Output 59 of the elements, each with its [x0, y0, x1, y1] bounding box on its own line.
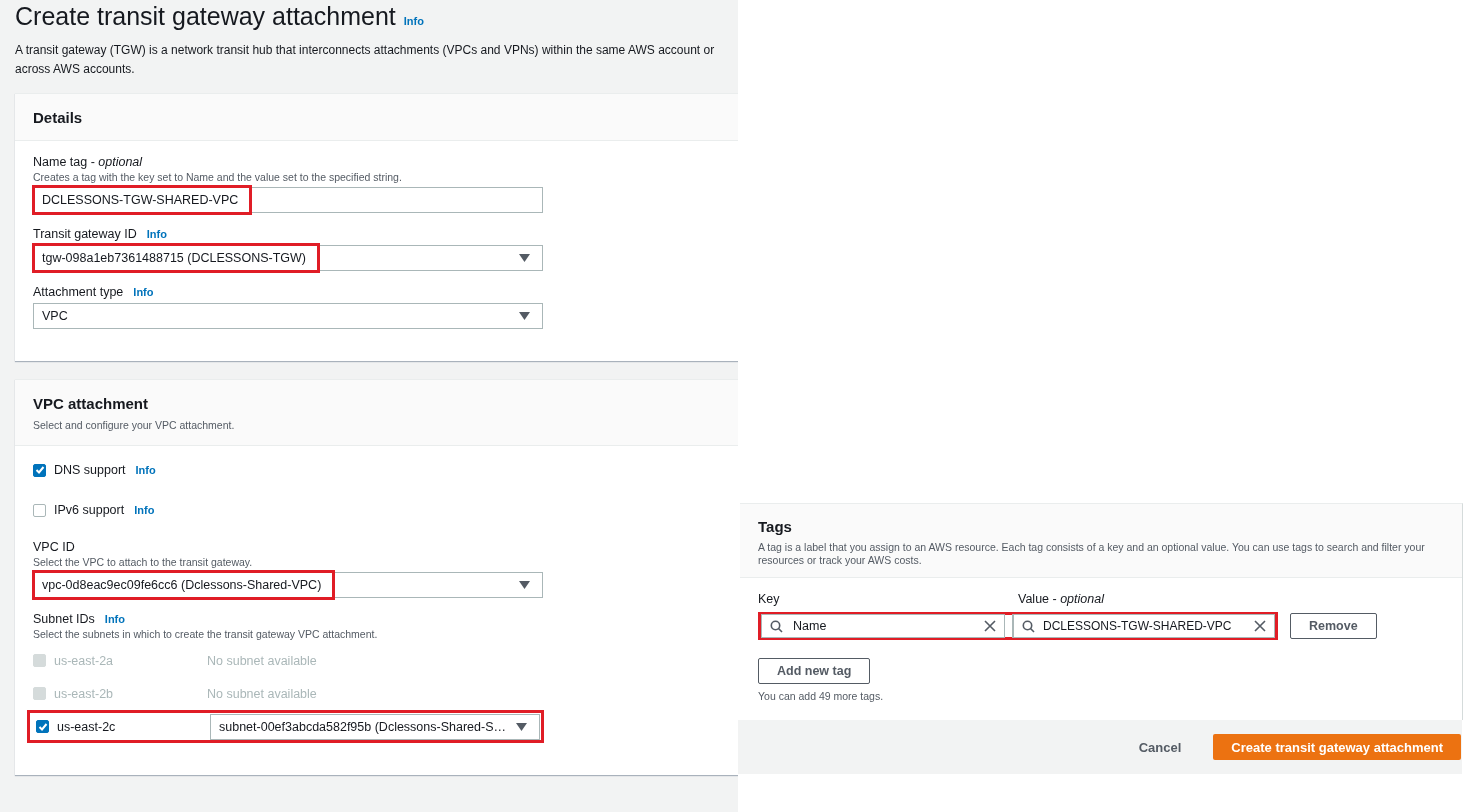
info-link[interactable]: Info — [403, 15, 424, 27]
field-label: Name tag - optional — [33, 155, 143, 169]
remove-button[interactable]: Remove — [1290, 613, 1377, 639]
select-field[interactable]: subnet-00ef3abcda582f95b (Dclessons-Shared-S… — [210, 713, 540, 740]
field-label: Attachment type — [33, 285, 124, 299]
close-icon[interactable] — [984, 620, 996, 632]
search-icon — [1022, 619, 1035, 633]
checkbox[interactable] — [33, 503, 46, 517]
field-hint: Select the VPC to attach to the transit gateway. — [33, 556, 254, 568]
field-label: VPC ID — [33, 540, 75, 554]
field-value: subnet-00ef3abcda582f95b (Dclessons-Shared-S… — [218, 718, 507, 736]
input-field[interactable]: DCLESSONS-TGW-SHARED-VPC — [33, 187, 543, 213]
info-link[interactable]: Info — [133, 286, 154, 298]
caret-icon — [519, 254, 530, 262]
field-label: Subnet IDs — [33, 612, 95, 626]
page-title: Create transit gateway attachment — [15, 2, 396, 31]
field-value: tgw-098a1eb7361488715 (DCLESSONS-TGW) — [34, 245, 319, 271]
field-label: Key — [758, 592, 781, 606]
caret-icon — [519, 312, 530, 320]
select-field[interactable]: vpc-0d8eac9ec09fe6cc6 (Dclessons-Shared-VPC) — [33, 572, 543, 598]
field-value: DCLESSONS-TGW-SHARED-VPC — [34, 187, 251, 213]
field-label: Value - optional — [1018, 592, 1104, 606]
caret-icon — [519, 581, 530, 589]
subnet-status: No subnet available — [207, 686, 317, 701]
checkbox-label: us-east-2c — [57, 719, 116, 734]
info-link[interactable]: Info — [135, 464, 156, 476]
section-heading: Tags — [758, 518, 793, 535]
tag-limit-note: You can add 49 more tags. — [758, 690, 885, 702]
section-description: A tag is a label that you assign to an AWS resource. Each tag consists of a key and an optional value. You can use tags to search and filter your resources or track your AWS costs. — [758, 541, 1426, 567]
checkbox-label: DNS support — [54, 463, 126, 477]
field-hint: Creates a tag with the key set to Name and the value set to the specified string. — [33, 171, 403, 183]
checkbox[interactable] — [33, 463, 46, 477]
checkbox-label: us-east-2b — [54, 686, 114, 701]
field-label: Transit gateway ID — [33, 227, 137, 241]
close-icon[interactable] — [1254, 620, 1266, 632]
input-field[interactable]: Name — [761, 614, 1005, 638]
section-heading: VPC attachment — [33, 395, 150, 412]
checkbox-label: IPv6 support — [54, 503, 125, 517]
subnet-status: No subnet available — [207, 653, 317, 668]
input-field[interactable]: DCLESSONS-TGW-SHARED-VPC — [1013, 614, 1275, 638]
add-tag-button[interactable]: Add new tag — [758, 658, 871, 684]
section-description: Select and configure your VPC attachment. — [33, 419, 236, 431]
field-hint: Select the subnets in which to create the transit gateway VPC attachment. — [33, 628, 379, 640]
info-link[interactable]: Info — [104, 613, 125, 625]
field-value: Name — [793, 619, 828, 633]
caret-icon — [516, 722, 527, 731]
field-value: VPC — [41, 308, 69, 325]
cancel-button[interactable]: Cancel — [1134, 735, 1186, 759]
select-field[interactable]: tgw-098a1eb7361488715 (DCLESSONS-TGW) — [33, 245, 543, 271]
page-description: A transit gateway (TGW) is a network transit hub that interconnects attachments (VPCs and VPNs) within the same AWS account or across AWS accounts. — [15, 42, 715, 78]
checkbox-label: us-east-2a — [54, 653, 114, 668]
field-value: vpc-0d8eac9ec09fe6cc6 (Dclessons-Shared-VPC) — [34, 572, 334, 598]
info-link[interactable]: Info — [146, 228, 167, 240]
checkbox[interactable] — [36, 720, 49, 733]
section-heading: Details — [33, 109, 84, 126]
field-value: DCLESSONS-TGW-SHARED-VPC — [1043, 619, 1233, 633]
search-icon — [770, 619, 783, 633]
info-link[interactable]: Info — [134, 504, 155, 516]
select-field[interactable]: VPC — [33, 303, 543, 329]
